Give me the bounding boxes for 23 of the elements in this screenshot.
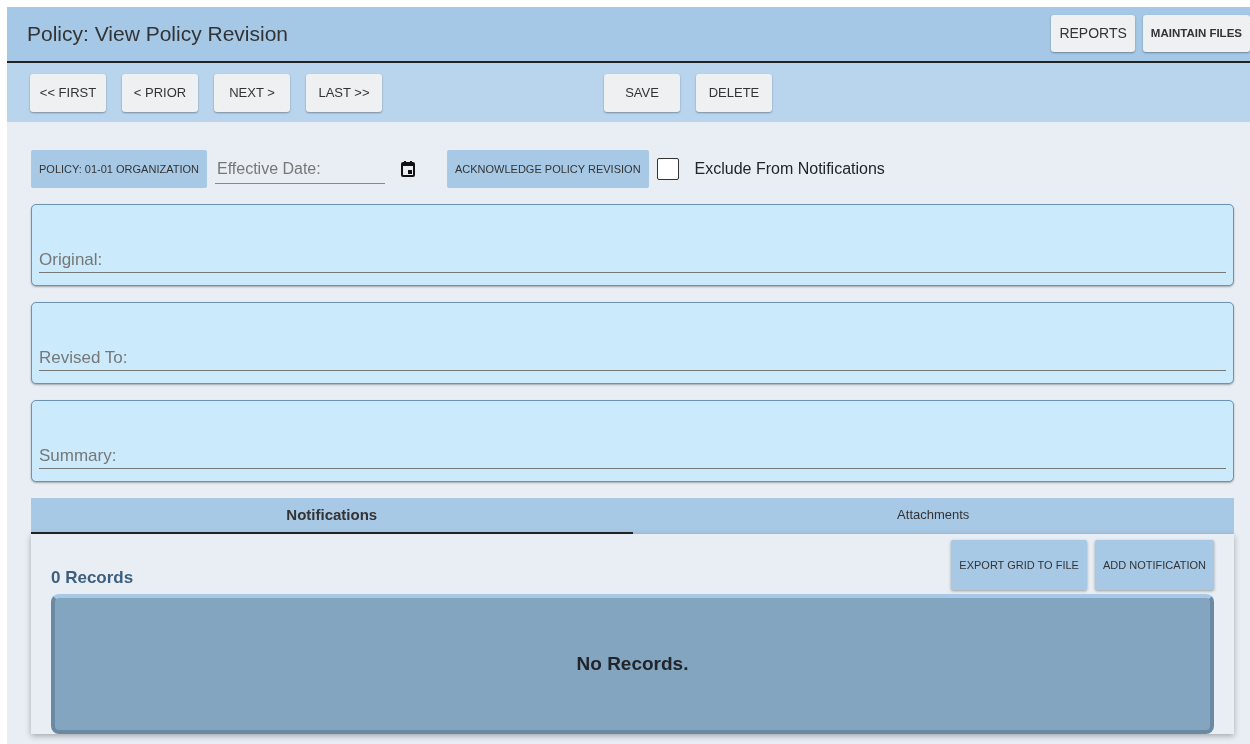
text-area[interactable]: Original: xyxy=(31,204,1234,286)
maintain-files-button[interactable]: MAINTAIN FILES xyxy=(1142,15,1250,52)
first-button[interactable]: << FIRST xyxy=(30,73,106,112)
delete-button[interactable]: DELETE xyxy=(696,73,772,112)
checkbox[interactable] xyxy=(656,158,679,180)
prior-button[interactable]: < PRIOR xyxy=(122,73,198,112)
last-button[interactable]: LAST >> xyxy=(306,73,382,112)
add-notification-button[interactable]: ADD NOTIFICATION xyxy=(1094,540,1214,590)
effective-date-field[interactable]: Effective Date: xyxy=(214,154,385,184)
calendar-icon[interactable] xyxy=(400,161,415,177)
window-title: Policy: View Policy Revision xyxy=(27,21,289,48)
text-area[interactable]: Summary: xyxy=(31,400,1234,482)
text-area[interactable]: Revised To: xyxy=(31,302,1234,384)
tab[interactable]: Attachments xyxy=(632,498,1234,534)
record-count: 0 Records xyxy=(51,566,134,589)
next-button[interactable]: NEXT > xyxy=(214,73,290,112)
reports-button[interactable]: REPORTS xyxy=(1051,15,1135,52)
acknowledge-button[interactable]: ACKNOWLEDGE POLICY REVISION xyxy=(446,150,649,188)
policy-button[interactable]: POLICY: 01-01 ORGANIZATION xyxy=(31,150,207,188)
empty-message: No Records. xyxy=(576,651,689,676)
export-button[interactable]: EXPORT GRID TO FILE xyxy=(951,540,1087,590)
checkbox-label: Exclude From Notifications xyxy=(694,159,885,179)
save-button[interactable]: SAVE xyxy=(604,73,680,112)
